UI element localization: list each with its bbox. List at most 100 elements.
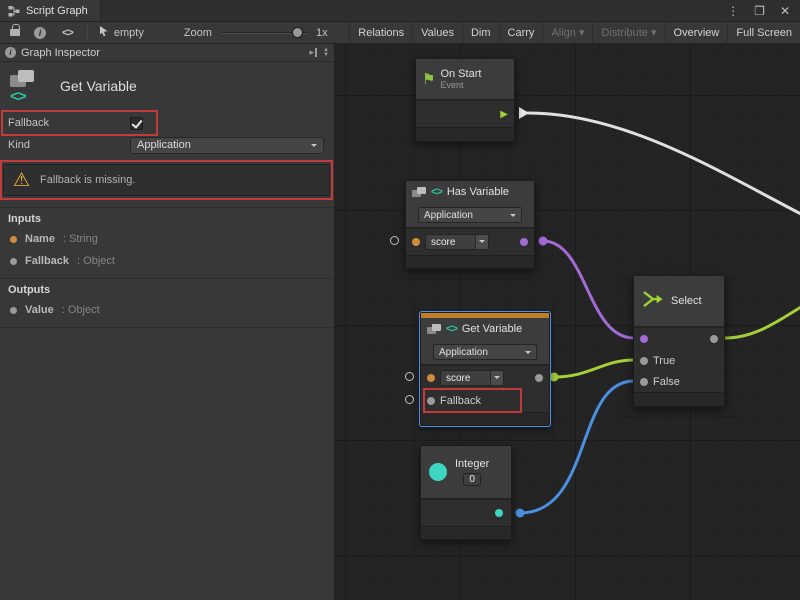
- fallback-port-row: Fallback: [421, 390, 549, 412]
- variables-icon: [412, 186, 426, 198]
- dropdown-arrow-icon: [525, 351, 531, 357]
- values-button[interactable]: Values: [412, 22, 462, 43]
- tab-script-graph[interactable]: Script Graph: [0, 0, 101, 21]
- node-header: Integer 0: [421, 446, 511, 498]
- fallback-checkbox[interactable]: [130, 117, 143, 130]
- distribute-button: Distribute ▾: [592, 22, 664, 43]
- connection-wires: [335, 44, 800, 600]
- port-name: Fallback: [25, 255, 69, 267]
- relations-button[interactable]: Relations: [349, 22, 412, 43]
- combo-dropdown-button[interactable]: [490, 371, 503, 385]
- kind-row: Application: [406, 203, 534, 227]
- control-output-row: ▶: [416, 101, 514, 127]
- node-title: Has Variable: [447, 186, 509, 198]
- get-variable-icon: <>: [10, 70, 48, 110]
- outputs-header: Outputs: [0, 279, 334, 299]
- inputs-header: Inputs: [0, 208, 334, 228]
- window-controls: ⋮ ❒ ✕: [727, 0, 800, 21]
- fallback-input-port[interactable]: [427, 397, 435, 405]
- fallback-port-label: Fallback: [440, 395, 481, 407]
- carry-button[interactable]: Carry: [499, 22, 543, 43]
- name-input-port[interactable]: [427, 374, 435, 382]
- code-icon: <>: [446, 323, 457, 335]
- code-icon: <>: [10, 88, 26, 105]
- combo-dropdown-button[interactable]: [475, 235, 488, 249]
- node-on-start[interactable]: ⚑ On Start Event ▶: [415, 58, 515, 142]
- unconnected-port-circle[interactable]: [390, 236, 399, 245]
- variable-name-value: score: [441, 371, 490, 385]
- kebab-menu-icon[interactable]: ⋮: [727, 4, 739, 18]
- kind-row: Kind Application: [0, 134, 334, 156]
- bool-output-port[interactable]: [520, 238, 528, 246]
- integer-icon: [429, 463, 447, 481]
- port-type: : String: [63, 233, 98, 245]
- align-button: Align ▾: [542, 22, 592, 43]
- selection-empty-indicator: empty: [98, 25, 144, 40]
- titlebar: Script Graph ⋮ ❒ ✕: [0, 0, 800, 22]
- false-input-port[interactable]: [640, 378, 648, 386]
- selection-output-port[interactable]: [710, 335, 718, 343]
- variable-name-field[interactable]: score: [425, 234, 489, 250]
- kind-dropdown[interactable]: Application: [130, 137, 324, 154]
- control-output-arrow-icon[interactable]: ▶: [500, 109, 508, 120]
- unconnected-port-circle[interactable]: [405, 372, 414, 381]
- integer-output-port[interactable]: [495, 509, 503, 517]
- dim-button[interactable]: Dim: [462, 22, 499, 43]
- control-port-triangle[interactable]: [519, 107, 529, 119]
- object-port-icon: [10, 258, 17, 265]
- variables-icon: [427, 323, 441, 335]
- value-output-port[interactable]: [535, 374, 543, 382]
- zoom-slider[interactable]: [222, 22, 308, 44]
- condition-input-port[interactable]: [640, 335, 648, 343]
- overview-button[interactable]: Overview: [665, 22, 728, 43]
- string-port-icon: [10, 236, 17, 243]
- dropdown-arrow-icon: [510, 214, 516, 220]
- toolbar-separator: [87, 25, 88, 40]
- port-name: Name: [25, 233, 55, 245]
- false-port-label: False: [653, 376, 680, 388]
- info-icon: i: [5, 47, 16, 58]
- node-get-variable[interactable]: <> Get Variable Application score: [420, 312, 550, 426]
- purple-port-dot[interactable]: [539, 237, 548, 246]
- info-icon[interactable]: i: [34, 27, 46, 39]
- blue-port-dot[interactable]: [516, 509, 525, 518]
- wire-control-onstart[interactable]: [528, 113, 800, 214]
- wire-getvariable-to-select-true[interactable]: [554, 360, 634, 377]
- wire-hasvariable-to-select[interactable]: [543, 241, 634, 338]
- toolbar-buttons: Relations Values Dim Carry Align ▾ Distr…: [349, 22, 800, 43]
- warning-text: Fallback is missing.: [40, 174, 135, 186]
- maximize-icon[interactable]: ❒: [754, 4, 765, 18]
- code-icon[interactable]: <>: [62, 27, 73, 39]
- integer-value-field[interactable]: 0: [463, 473, 481, 486]
- variable-name-field[interactable]: score: [440, 370, 504, 386]
- input-row-name: Name : String: [0, 228, 334, 250]
- node-footer: [634, 392, 724, 406]
- lock-icon[interactable]: [10, 29, 20, 36]
- cursor-icon: [98, 25, 109, 40]
- fullscreen-button[interactable]: Full Screen: [727, 22, 800, 43]
- node-select[interactable]: Select True False: [633, 275, 725, 407]
- zoom-slider-handle[interactable]: [292, 27, 303, 38]
- node-footer: [416, 127, 514, 141]
- node-subtitle: Event: [440, 80, 481, 90]
- close-icon[interactable]: ✕: [780, 4, 790, 18]
- wire-select-output[interactable]: [725, 307, 800, 338]
- true-input-port[interactable]: [640, 357, 648, 365]
- empty-label: empty: [114, 27, 144, 39]
- scroll-spinner-icon[interactable]: ▲▼: [323, 48, 329, 58]
- kind-dropdown[interactable]: Application: [418, 207, 522, 223]
- node-header: Select: [634, 276, 724, 326]
- script-graph-window: Script Graph ⋮ ❒ ✕ i <> empty Zoom 1x Re…: [0, 0, 800, 600]
- node-integer[interactable]: Integer 0: [420, 445, 512, 540]
- dock-panel-icon[interactable]: ▸: [310, 47, 318, 58]
- green-port-dot[interactable]: [550, 373, 559, 382]
- unconnected-port-circle[interactable]: [405, 395, 414, 404]
- input-row-fallback: Fallback : Object: [0, 250, 334, 272]
- node-title: On Start: [440, 68, 481, 80]
- graph-canvas[interactable]: ⚑ On Start Event ▶ <> Has Variable App: [335, 44, 800, 600]
- kind-dropdown[interactable]: Application: [433, 344, 537, 360]
- node-has-variable[interactable]: <> Has Variable Application score: [405, 180, 535, 269]
- graph-inspector-title: Graph Inspector: [21, 47, 100, 59]
- name-input-port[interactable]: [412, 238, 420, 246]
- warning-icon: ⚠: [13, 171, 30, 190]
